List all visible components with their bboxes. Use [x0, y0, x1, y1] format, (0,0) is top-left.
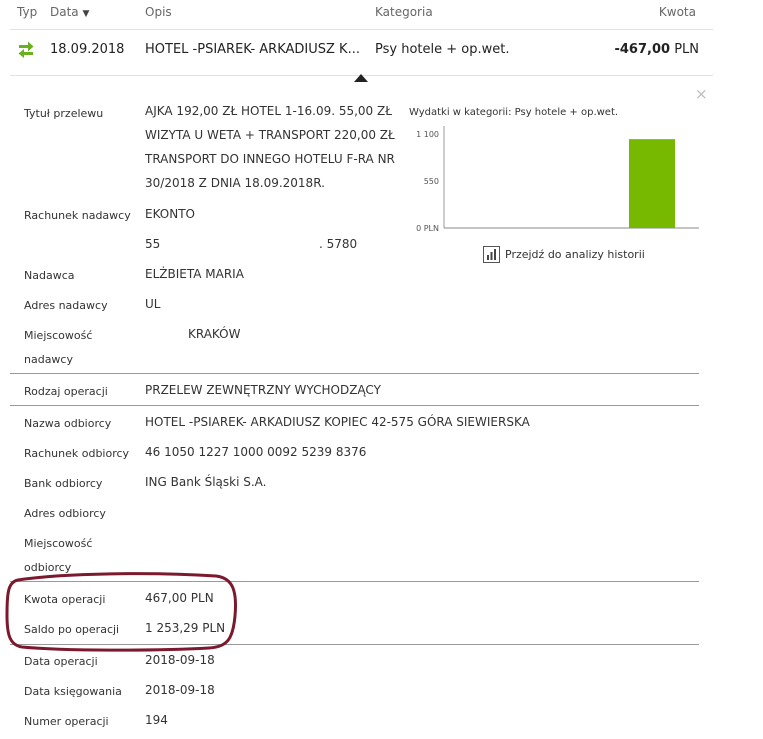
transaction-amount-value: -467,00	[614, 42, 671, 57]
data-ksiegowania-value: 2018-09-18	[145, 683, 215, 697]
adres-nadawcy-value: UL	[145, 297, 161, 311]
close-icon[interactable]: ×	[695, 85, 708, 103]
section-divider	[10, 373, 699, 374]
rachunek-nadawcy-number-end: . 5780	[319, 237, 358, 251]
numer-operacji-value: 194	[145, 713, 168, 727]
nadawca-value: ELŻBIETA MARIA	[145, 267, 244, 281]
column-header-data[interactable]: Data ▼	[50, 5, 89, 19]
rachunek-odbiorcy-label: Rachunek odbiorcy	[24, 447, 130, 460]
history-analysis-label: Przejdź do analizy historii	[505, 248, 645, 261]
transaction-amount-currency: PLN	[674, 42, 699, 57]
sort-down-icon: ▼	[82, 9, 90, 19]
bank-odbiorcy-label: Bank odbiorcy	[24, 477, 103, 490]
column-header-kategoria: Kategoria	[375, 5, 433, 19]
numer-operacji-label: Numer operacji	[24, 715, 109, 728]
chart-title: Wydatki w kategorii: Psy hotele + op.wet…	[409, 107, 619, 118]
column-header-opis: Opis	[145, 5, 172, 19]
transaction-amount: -467,00 PLN	[614, 42, 699, 57]
rachunek-nadawcy-label: Rachunek nadawcy	[24, 209, 131, 222]
data-ksiegowania-label: Data księgowania	[24, 685, 122, 698]
rodzaj-operacji-label: Rodzaj operacji	[24, 385, 108, 398]
nazwa-odbiorcy-label: Nazwa odbiorcy	[24, 417, 112, 430]
column-header-data-label: Data	[50, 5, 79, 19]
data-operacji-value: 2018-09-18	[145, 653, 215, 667]
column-header-kwota: Kwota	[658, 5, 696, 19]
bar-chart-icon	[483, 246, 500, 263]
tytul-przelewu-line: WIZYTA U WETA + TRANSPORT 220,00 ZŁ	[145, 128, 395, 142]
miejscowosc-nadawcy-label-cont: nadawcy	[24, 353, 73, 366]
header-divider	[10, 29, 713, 30]
caret-up-icon	[354, 74, 368, 82]
transaction-category: Psy hotele + op.wet.	[375, 42, 510, 57]
transaction-description: HOTEL -PSIAREK- ARKADIUSZ K...	[145, 42, 360, 57]
y-tick-label: 0 PLN	[416, 224, 439, 233]
bank-odbiorcy-value: ING Bank Śląski S.A.	[145, 475, 267, 489]
nadawca-label: Nadawca	[24, 269, 75, 282]
tytul-przelewu-label: Tytuł przelewu	[24, 107, 104, 120]
chart-bar[interactable]	[629, 139, 675, 228]
transfer-arrows-icon	[18, 41, 34, 58]
y-tick-label: 550	[424, 177, 439, 186]
miejscowosc-odbiorcy-label: Miejscowość	[24, 537, 93, 550]
rachunek-nadawcy-name: EKONTO	[145, 207, 195, 221]
rodzaj-operacji-value: PRZELEW ZEWNĘTRZNY WYCHODZĄCY	[145, 383, 381, 397]
data-operacji-label: Data operacji	[24, 655, 98, 668]
highlight-ring	[5, 572, 237, 652]
rachunek-nadawcy-number-start: 55	[145, 237, 161, 251]
y-tick-label: 1 100	[416, 130, 439, 139]
miejscowosc-nadawcy-value: KRAKÓW	[188, 327, 241, 341]
transaction-date: 18.09.2018	[50, 42, 125, 57]
adres-nadawcy-label: Adres nadawcy	[24, 299, 108, 312]
nazwa-odbiorcy-value: HOTEL -PSIAREK- ARKADIUSZ KOPIEC 42-575 …	[145, 415, 530, 429]
miejscowosc-nadawcy-label: Miejscowość	[24, 329, 93, 342]
column-header-typ: Typ	[17, 5, 38, 19]
category-chart: 1 100 550 0 PLN	[416, 126, 699, 233]
rachunek-odbiorcy-value: 46 1050 1227 1000 0092 5239 8376	[145, 445, 367, 459]
tytul-przelewu-line: 30/2018 Z DNIA 18.09.2018R.	[145, 176, 325, 190]
adres-odbiorcy-label: Adres odbiorcy	[24, 507, 106, 520]
tytul-przelewu-line: AJKA 192,00 ZŁ HOTEL 1-16.09. 55,00 ZŁ	[145, 104, 392, 118]
section-divider	[10, 405, 699, 406]
tytul-przelewu-line: TRANSPORT DO INNEGO HOTELU F-RA NR	[145, 152, 395, 166]
